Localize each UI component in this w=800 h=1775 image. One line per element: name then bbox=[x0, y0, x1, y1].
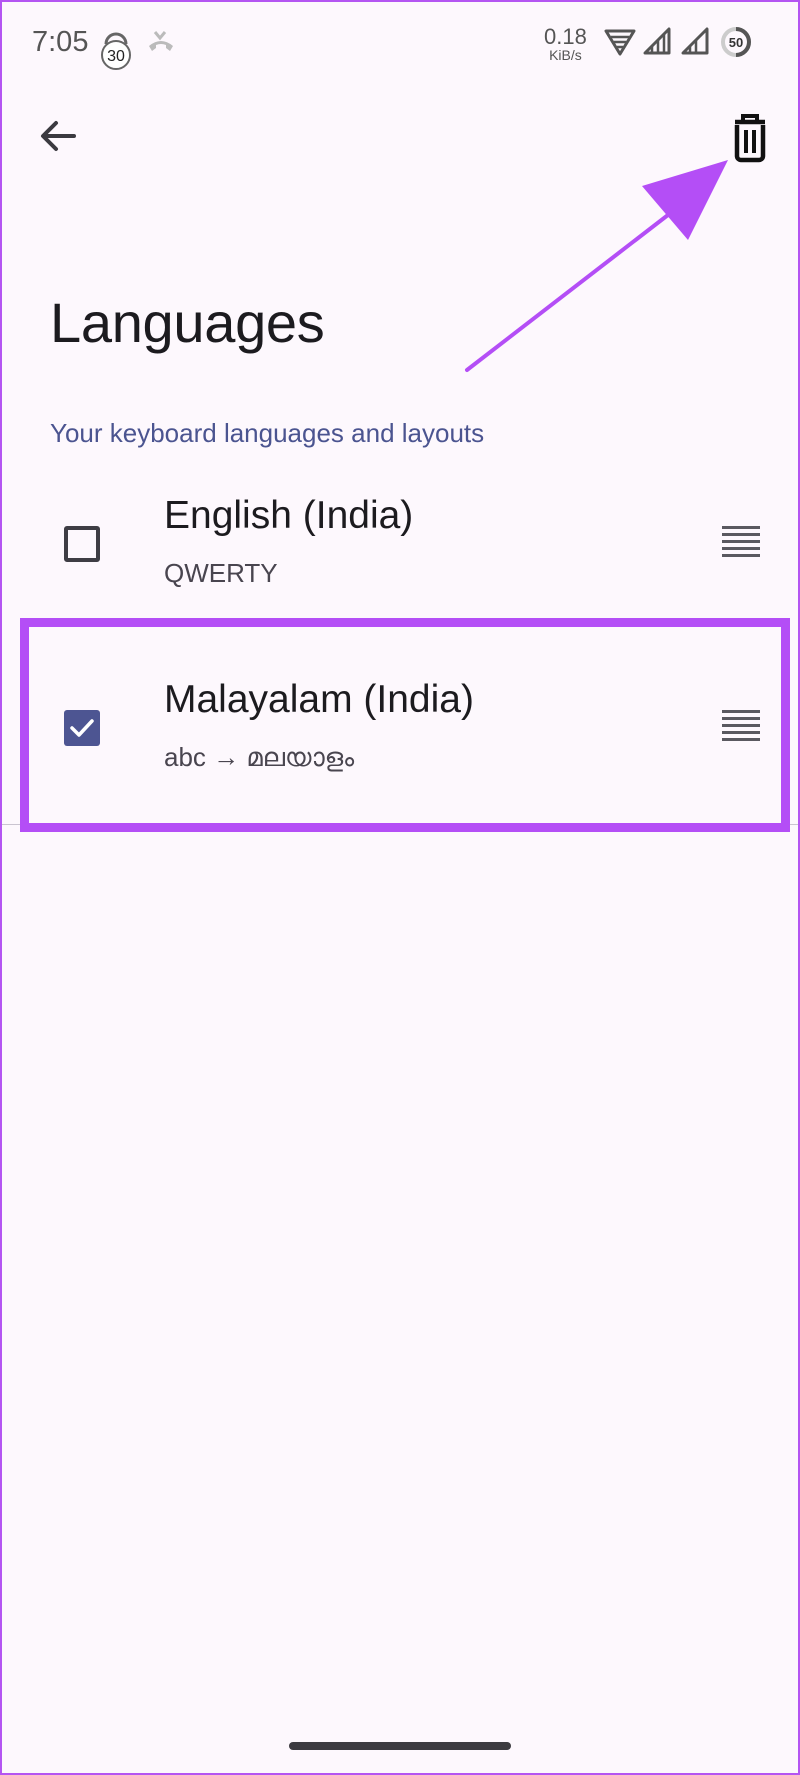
language-name: Malayalam (India) bbox=[164, 678, 474, 721]
cell-signal-2-icon bbox=[681, 27, 709, 55]
screenshot-frame bbox=[0, 0, 800, 1775]
language-layout: abc → മലയാളം bbox=[164, 742, 355, 772]
alarm-badge-text: 30 bbox=[107, 48, 125, 65]
checkmark-icon bbox=[70, 719, 94, 737]
language-layout: QWERTY bbox=[164, 558, 278, 588]
language-row-malayalam[interactable]: Malayalam (India) abc → മലയാളം bbox=[0, 648, 800, 808]
status-time: 7:05 bbox=[32, 26, 89, 58]
alarm-timer-icon: 30 bbox=[101, 32, 131, 70]
annotation-arrow bbox=[465, 160, 728, 372]
language-name: English (India) bbox=[164, 494, 414, 537]
list-divider bbox=[0, 824, 800, 825]
network-speed-unit: KiB/s bbox=[549, 47, 582, 63]
network-speed: 0.18 KiB/s bbox=[544, 24, 587, 63]
language-row-english[interactable]: English (India) QWERTY bbox=[0, 464, 800, 624]
battery-level-text: 50 bbox=[729, 35, 743, 50]
missed-call-icon bbox=[149, 31, 173, 51]
page-title: Languages bbox=[50, 291, 325, 354]
back-arrow-icon[interactable] bbox=[34, 112, 82, 160]
battery-icon: 50 bbox=[721, 27, 751, 57]
trash-icon[interactable] bbox=[722, 110, 778, 166]
home-indicator[interactable] bbox=[289, 1742, 511, 1750]
cell-signal-icon bbox=[643, 27, 671, 55]
drag-handle-icon[interactable] bbox=[722, 710, 760, 742]
network-speed-value: 0.18 bbox=[544, 24, 587, 49]
language-checkbox-malayalam[interactable] bbox=[64, 710, 100, 746]
wifi-icon bbox=[604, 29, 636, 56]
status-bar: 7:05 30 0.18 KiB/s 50 bbox=[0, 0, 800, 90]
language-checkbox-english[interactable] bbox=[64, 526, 100, 562]
section-header: Your keyboard languages and layouts bbox=[50, 418, 485, 448]
drag-handle-icon[interactable] bbox=[722, 526, 760, 558]
